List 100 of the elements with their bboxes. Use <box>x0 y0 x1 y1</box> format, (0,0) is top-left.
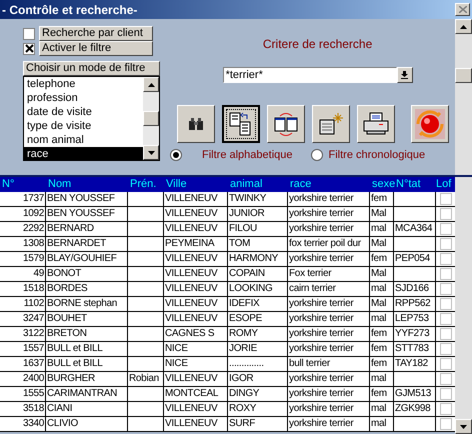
lof-checkbox[interactable] <box>440 403 452 415</box>
column-header[interactable]: sexe <box>370 177 394 192</box>
scrollbar[interactable] <box>143 77 159 160</box>
table-cell: fem <box>370 387 394 401</box>
table-cell: VILLENEUV <box>164 372 228 386</box>
close-button[interactable] <box>455 3 470 16</box>
table-cell: 2292 <box>0 222 46 236</box>
table-cell: VILLENEUV <box>164 417 228 431</box>
list-item[interactable]: race <box>24 147 143 161</box>
table-cell: 3518 <box>0 402 46 416</box>
up-arrow-icon <box>148 82 154 86</box>
lof-checkbox[interactable] <box>440 268 452 280</box>
table-cell: yorkshire terrier <box>288 297 370 311</box>
table-cell: 3247 <box>0 312 46 326</box>
lof-checkbox[interactable] <box>440 223 452 235</box>
table-cell: SURF <box>228 417 288 431</box>
lof-checkbox[interactable] <box>440 253 452 265</box>
lof-checkbox[interactable] <box>440 208 452 220</box>
table-cell: BONOT <box>46 267 128 281</box>
table-cell: CLIVIO <box>46 417 128 431</box>
criteria-field[interactable]: *terrier* <box>222 67 397 83</box>
table-cell: mal <box>370 282 394 296</box>
list-item[interactable]: nom animal <box>24 133 143 147</box>
table-cell: BEN YOUSSEF <box>46 192 128 206</box>
table-cell: mal <box>370 222 394 236</box>
table-cell: BERNARDET <box>46 237 128 251</box>
table-cell: TWINKY <box>228 192 288 206</box>
table-cell: BORDES <box>46 282 128 296</box>
lof-checkbox[interactable] <box>440 313 452 325</box>
table-cell: BORNE stephan <box>46 297 128 311</box>
column-header[interactable]: N° <box>0 177 46 192</box>
lof-checkbox[interactable] <box>440 193 452 205</box>
panel-scrollbar[interactable] <box>455 19 472 175</box>
table-cell: Robian <box>128 372 164 386</box>
table-cell: CAGNES S <box>164 327 228 341</box>
table-cell: fem <box>370 342 394 356</box>
column-header[interactable]: race <box>288 177 370 192</box>
table-cell: mal <box>370 372 394 386</box>
column-header[interactable]: Lof <box>436 177 455 192</box>
table-cell: VILLENEUV <box>164 222 228 236</box>
refresh-orb-icon <box>414 109 445 139</box>
table-cell: yorkshire terrier <box>288 207 370 221</box>
lof-checkbox[interactable] <box>440 388 452 400</box>
column-header[interactable]: Ville <box>164 177 228 192</box>
table-cell: yorkshire terrier <box>288 372 370 386</box>
table-scrollbar[interactable] <box>455 177 472 434</box>
lof-checkbox[interactable] <box>440 343 452 355</box>
table-cell: 1092 <box>0 207 46 221</box>
lof-checkbox[interactable] <box>440 373 452 385</box>
lof-checkbox[interactable] <box>440 283 452 295</box>
list-item[interactable]: profession <box>24 91 143 105</box>
table-cell: 1579 <box>0 252 46 266</box>
scroll-thumb[interactable] <box>143 111 159 126</box>
toolbar-button[interactable] <box>222 105 260 143</box>
radio-button[interactable] <box>170 149 182 162</box>
table-cell: fem <box>370 192 394 206</box>
table-cell: NICE <box>164 342 228 356</box>
table-cell: VILLENEUV <box>164 297 228 311</box>
checkbox[interactable] <box>23 28 35 40</box>
column-header[interactable]: Prén. <box>128 177 164 192</box>
table-cell: mal <box>370 402 394 416</box>
table-cell: BLAY/GOUHIEF <box>46 252 128 266</box>
exchange-documents-icon <box>272 111 299 137</box>
table-cell: Mal <box>370 207 394 221</box>
table-cell: mal <box>370 417 394 431</box>
table-cell: VILLENEUV <box>164 207 228 221</box>
lof-checkbox[interactable] <box>440 298 452 310</box>
list-item[interactable]: type de visite <box>24 119 143 133</box>
radio-button[interactable] <box>310 149 323 162</box>
table-cell: CIANI <box>46 402 128 416</box>
table-cell: yorkshire terrier <box>288 192 370 206</box>
dropdown-button[interactable] <box>396 67 413 83</box>
table-cell: ESOPE <box>228 312 288 326</box>
lof-checkbox[interactable] <box>440 418 452 430</box>
table-cell: IGOR <box>228 372 288 386</box>
scroll-thumb[interactable] <box>455 68 472 83</box>
table-cell: yorkshire terrier <box>288 402 370 416</box>
table-cell: 3340 <box>0 417 46 431</box>
table-cell: VILLENEUV <box>164 282 228 296</box>
table-cell: FILOU <box>228 222 288 236</box>
table-cell: VILLENEUV <box>164 402 228 416</box>
lof-checkbox[interactable] <box>440 328 452 340</box>
table-cell: CARIMANTRAN <box>46 387 128 401</box>
table-cell: JUNIOR <box>228 207 288 221</box>
table-cell: HARMONY <box>228 252 288 266</box>
table-cell: 1308 <box>0 237 46 251</box>
table-cell: ROXY <box>228 402 288 416</box>
table-cell: yorkshire terrier <box>288 252 370 266</box>
down-arrow-icon <box>460 424 467 428</box>
column-header[interactable]: Nom <box>46 177 128 192</box>
table-cell: BULL et BILL <box>46 357 128 371</box>
lof-checkbox[interactable] <box>440 358 452 370</box>
list-item[interactable]: date de visite <box>24 105 143 119</box>
table-cell: mal <box>370 312 394 326</box>
column-header[interactable]: animal <box>228 177 288 192</box>
list-item[interactable]: telephone <box>24 77 143 91</box>
table-cell: NICE <box>164 357 228 371</box>
checkbox[interactable] <box>23 42 35 54</box>
lof-checkbox[interactable] <box>440 238 452 250</box>
column-header[interactable]: N°tat <box>394 177 436 192</box>
